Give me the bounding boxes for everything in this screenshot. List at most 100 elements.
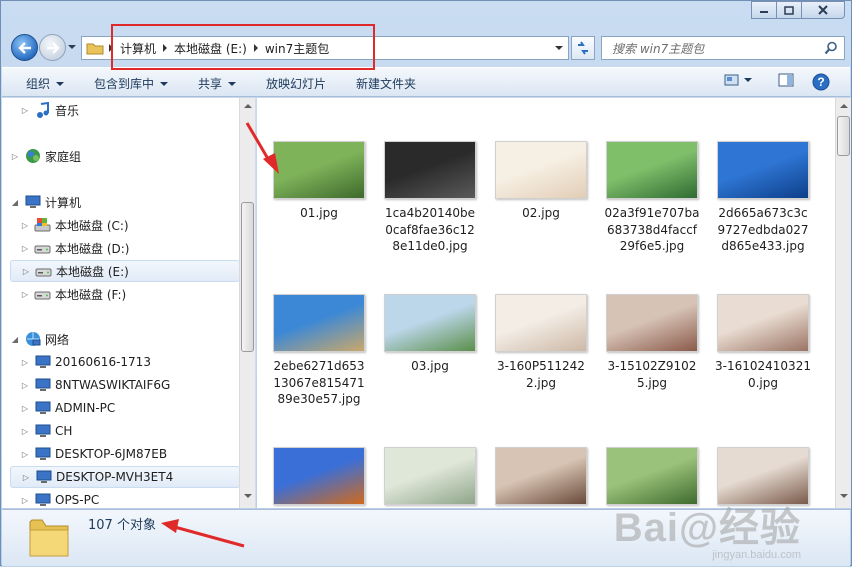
expand-arrow-icon[interactable]: ▷ <box>20 426 30 436</box>
preview-pane-icon <box>778 73 794 87</box>
expand-arrow-icon[interactable]: ▷ <box>20 403 30 413</box>
maximize-button[interactable] <box>776 1 802 19</box>
search-box[interactable]: 搜索 win7主题包 <box>601 36 845 60</box>
nav-item[interactable]: ▷ 本地磁盘 (F:) <box>20 283 126 305</box>
image-thumbnail[interactable] <box>384 447 476 505</box>
image-thumbnail[interactable] <box>717 294 809 352</box>
new-folder-button[interactable]: 新建文件夹 <box>356 75 416 92</box>
nav-item[interactable]: ▷ DESKTOP-6JM87EB <box>20 443 167 465</box>
nav-item[interactable]: ▷ 本地磁盘 (D:) <box>20 237 130 259</box>
image-thumbnail[interactable] <box>717 141 809 199</box>
preview-pane-button[interactable] <box>778 73 794 87</box>
slideshow-button[interactable]: 放映幻灯片 <box>266 75 326 92</box>
image-thumbnail[interactable] <box>273 294 365 352</box>
view-options-button[interactable] <box>724 73 752 87</box>
file-item[interactable]: 3-161024103210.jpg <box>711 294 815 391</box>
image-thumbnail[interactable] <box>273 141 365 199</box>
drive-icon <box>34 240 51 256</box>
expand-arrow-icon[interactable]: ▷ <box>20 449 30 459</box>
image-thumbnail[interactable] <box>384 294 476 352</box>
help-button[interactable]: ? <box>812 73 830 91</box>
refresh-button[interactable] <box>571 36 595 60</box>
nav-item[interactable]: ▷ CH <box>20 420 72 442</box>
pc-icon <box>34 446 51 462</box>
navigation-pane: ▷ 音乐 ▷ 家庭组 ◢ 计算机 ▷ 本地磁盘 (C:) ▷ 本地磁盘 (D:) ▷ 本地磁盘 (E:… <box>2 98 256 508</box>
nav-item[interactable]: ◢ 网络 <box>10 328 69 350</box>
nav-item[interactable]: ▷ 家庭组 <box>10 145 81 167</box>
expand-arrow-icon[interactable]: ▷ <box>21 472 31 482</box>
expand-arrow-icon[interactable]: ▷ <box>20 289 30 299</box>
organize-menu[interactable]: 组织 <box>26 75 65 92</box>
expand-arrow-icon[interactable]: ▷ <box>21 266 31 276</box>
expanded-arrow-icon[interactable]: ◢ <box>10 197 20 207</box>
scroll-up-arrow-icon[interactable] <box>840 104 848 108</box>
minimize-button[interactable] <box>751 1 777 19</box>
image-thumbnail[interactable] <box>606 141 698 199</box>
file-item[interactable]: 2d665a673c3c9727edbda027d865e433.jpg <box>711 141 815 255</box>
nav-item[interactable]: ▷ OPS-PC <box>20 489 99 508</box>
file-item[interactable]: 03.jpg <box>378 294 482 375</box>
share-menu[interactable]: 共享 <box>198 75 237 92</box>
file-item[interactable]: 1ca4b20140be0caf8fae36c128e11de0.jpg <box>378 141 482 255</box>
nav-item[interactable]: ▷ ADMIN-PC <box>20 397 115 419</box>
nav-item[interactable]: ▷ 8NTWASWIKTAIF6G <box>20 374 170 396</box>
expand-arrow-icon[interactable]: ▷ <box>20 220 30 230</box>
nav-item-label: 家庭组 <box>45 149 82 164</box>
file-item[interactable] <box>378 447 482 508</box>
nav-item[interactable]: ▷ 音乐 <box>20 99 79 121</box>
scroll-up-arrow-icon[interactable] <box>244 104 252 108</box>
search-input[interactable]: 搜索 win7主题包 <box>612 40 824 57</box>
image-thumbnail[interactable] <box>495 141 587 199</box>
file-item[interactable]: 02a3f91e707ba683738d4faccf29f6e5.jpg <box>600 141 704 255</box>
file-item[interactable]: 02.jpg <box>489 141 593 222</box>
file-item[interactable]: 3-15102Z91025.jpg <box>600 294 704 391</box>
help-icon: ? <box>812 73 830 91</box>
pc-icon <box>34 423 51 439</box>
scroll-thumb[interactable] <box>241 202 254 352</box>
search-icon[interactable] <box>824 41 838 55</box>
expand-arrow-icon[interactable]: ▷ <box>20 495 30 505</box>
computer-icon <box>24 194 41 210</box>
scroll-down-arrow-icon[interactable] <box>244 494 252 498</box>
nav-item[interactable]: ▷ 本地磁盘 (E:) <box>10 260 240 282</box>
file-item[interactable] <box>267 447 371 508</box>
file-item[interactable] <box>711 447 815 508</box>
nav-item-label: DESKTOP-6JM87EB <box>55 447 168 461</box>
nav-scrollbar[interactable] <box>239 98 255 508</box>
nav-item[interactable]: ▷ 20160616-1713 <box>20 351 151 373</box>
image-thumbnail[interactable] <box>606 447 698 505</box>
scroll-down-arrow-icon[interactable] <box>840 494 848 498</box>
image-thumbnail[interactable] <box>384 141 476 199</box>
expand-arrow-icon[interactable]: ▷ <box>20 105 30 115</box>
recent-pages-dropdown-icon[interactable] <box>67 42 77 52</box>
watermark-url: jingyan.baidu.com <box>712 549 801 561</box>
expand-arrow-icon[interactable]: ▷ <box>20 357 30 367</box>
file-item[interactable]: 3-160P5112422.jpg <box>489 294 593 391</box>
nav-item-label: 计算机 <box>45 195 82 210</box>
file-item[interactable]: 2ebe6271d65313067e81547189e30e57.jpg <box>267 294 371 408</box>
image-thumbnail[interactable] <box>273 447 365 505</box>
include-in-library-menu[interactable]: 包含到库中 <box>94 75 169 92</box>
nav-item[interactable]: ▷ 本地磁盘 (C:) <box>20 214 129 236</box>
nav-item[interactable]: ◢ 计算机 <box>10 191 81 213</box>
expand-arrow-icon[interactable]: ▷ <box>20 243 30 253</box>
image-thumbnail[interactable] <box>495 294 587 352</box>
image-thumbnail[interactable] <box>495 447 587 505</box>
forward-button[interactable] <box>39 34 66 61</box>
close-button[interactable] <box>801 1 845 19</box>
watermark-logo: Bai@经验 <box>613 506 801 550</box>
file-item[interactable] <box>489 447 593 508</box>
content-scrollbar[interactable] <box>835 98 851 508</box>
image-thumbnail[interactable] <box>717 447 809 505</box>
nav-item[interactable]: ▷ DESKTOP-MVH3ET4 <box>10 466 240 488</box>
expanded-arrow-icon[interactable]: ◢ <box>10 334 20 344</box>
file-item[interactable] <box>600 447 704 508</box>
image-thumbnail[interactable] <box>606 294 698 352</box>
file-item[interactable]: 01.jpg <box>267 141 371 222</box>
expand-arrow-icon[interactable]: ▷ <box>20 380 30 390</box>
scroll-thumb[interactable] <box>837 116 850 156</box>
back-button[interactable] <box>11 34 38 61</box>
pc-icon <box>34 354 51 370</box>
expand-arrow-icon[interactable]: ▷ <box>10 151 20 161</box>
address-dropdown-icon[interactable] <box>554 43 564 53</box>
